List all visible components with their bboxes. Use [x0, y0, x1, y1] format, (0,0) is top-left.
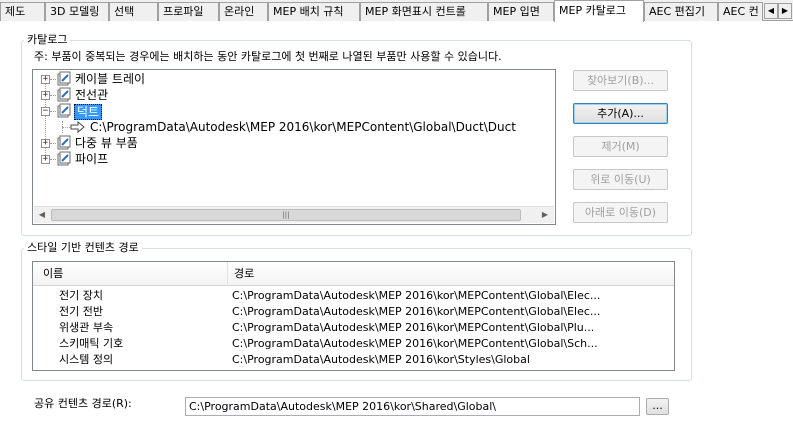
catalog-book-icon	[57, 135, 71, 150]
style-content-list[interactable]: 이름 경로 전기 장치 C:\ProgramData\Autodesk\MEP …	[32, 261, 675, 371]
tree-item-pipe[interactable]: + 파이프	[33, 151, 333, 167]
browse-button[interactable]: 찾아보기(B)...	[573, 70, 668, 91]
tree-item-label: C:\ProgramData\Autodesk\MEP 2016\kor\MEP…	[90, 120, 516, 134]
row-path: C:\ProgramData\Autodesk\MEP 2016\kor\MEP…	[232, 289, 601, 302]
tab-scroll-left-icon[interactable]: ◀	[764, 3, 778, 19]
catalog-group-legend: 카탈로그	[24, 33, 71, 46]
tab-mep-elevation[interactable]: MEP 입면	[488, 2, 554, 21]
row-path: C:\ProgramData\Autodesk\MEP 2016\kor\Sty…	[232, 353, 530, 366]
catalog-note: 주: 부품이 중복되는 경우에는 배치하는 동안 카탈로그에 첫 번째로 나열된…	[34, 50, 502, 63]
tree-item-duct-path[interactable]: C:\ProgramData\Autodesk\MEP 2016\kor\MEP…	[33, 119, 555, 135]
row-name: 전기 전반	[59, 305, 103, 318]
move-down-button[interactable]: 아래로 이동(D)	[573, 202, 668, 223]
scroll-thumb[interactable]: |||	[51, 209, 521, 221]
tree-item-label: 다중 뷰 부품	[75, 136, 138, 150]
tree-item-cable-tray[interactable]: + 케이블 트레이	[33, 71, 333, 87]
expand-icon[interactable]: +	[41, 91, 50, 100]
tree-item-label: 파이프	[75, 152, 109, 166]
expand-icon[interactable]: +	[41, 75, 50, 84]
catalog-tree[interactable]: + 케이블 트레이 + 전선관 − 덕트 C:\ProgramData\Auto…	[32, 69, 556, 225]
scroll-right-icon[interactable]: ▶	[540, 210, 550, 220]
shared-content-path-field[interactable]: C:\ProgramData\Autodesk\MEP 2016\kor\Sha…	[185, 397, 640, 416]
row-path: C:\ProgramData\Autodesk\MEP 2016\kor\MEP…	[232, 305, 601, 318]
remove-button[interactable]: 제거(M)	[573, 136, 668, 157]
shared-content-browse-button[interactable]: ...	[646, 398, 669, 415]
row-name: 전기 장치	[59, 289, 103, 302]
path-arrow-icon	[70, 120, 85, 134]
tree-item-duct[interactable]: − 덕트	[33, 103, 333, 120]
tree-item-multiview-parts[interactable]: + 다중 뷰 부품	[33, 135, 333, 151]
scroll-left-icon[interactable]: ◀	[37, 210, 47, 220]
style-content-group-legend: 스타일 기반 컨텐츠 경로	[24, 241, 142, 254]
move-up-button[interactable]: 위로 이동(U)	[573, 169, 668, 190]
column-header-path[interactable]: 경로	[228, 262, 674, 286]
row-name: 위생관 부속	[59, 321, 114, 334]
tab-aec-editor[interactable]: AEC 편집기	[644, 2, 718, 21]
tab-mep-catalog[interactable]: MEP 카탈로그	[554, 0, 644, 22]
tab-aec-content[interactable]: AEC 컨	[718, 2, 763, 21]
catalog-book-icon	[57, 103, 71, 118]
row-path: C:\ProgramData\Autodesk\MEP 2016\kor\MEP…	[232, 321, 595, 334]
tab-scroll-right-icon[interactable]: ▶	[778, 3, 792, 19]
tree-connector	[62, 127, 70, 128]
tree-item-conduit[interactable]: + 전선관	[33, 87, 333, 103]
tab-drafting[interactable]: 제도	[0, 2, 45, 21]
column-header-name[interactable]: 이름	[33, 262, 228, 286]
add-button[interactable]: 추가(A)...	[573, 103, 668, 124]
shared-content-label: 공유 컨텐츠 경로(R):	[34, 397, 132, 410]
row-name: 시스템 정의	[59, 353, 114, 366]
expand-icon[interactable]: +	[41, 139, 50, 148]
collapse-icon[interactable]: −	[41, 107, 50, 116]
tab-mep-layout-rules[interactable]: MEP 배치 규칙	[268, 2, 360, 21]
row-name: 스키매틱 기호	[59, 337, 124, 350]
tab-3d-modeling[interactable]: 3D 모델링	[45, 2, 109, 21]
tab-mep-display-control[interactable]: MEP 화면표시 컨트롤	[360, 2, 488, 21]
tab-strip: 제도 3D 모델링 선택 프로파일 온라인 MEP 배치 규칙 MEP 화면표시…	[0, 0, 793, 22]
tree-item-label: 덕트	[74, 104, 103, 120]
tree-item-label: 케이블 트레이	[75, 72, 146, 86]
tree-horizontal-scrollbar[interactable]: ◀ ||| ▶	[34, 206, 554, 223]
tree-item-label: 전선관	[75, 88, 109, 102]
tab-online[interactable]: 온라인	[219, 2, 268, 21]
list-row[interactable]: 스키매틱 기호 C:\ProgramData\Autodesk\MEP 2016…	[33, 336, 674, 352]
tab-profile[interactable]: 프로파일	[158, 2, 219, 21]
list-header: 이름 경로	[33, 262, 674, 286]
list-row[interactable]: 시스템 정의 C:\ProgramData\Autodesk\MEP 2016\…	[33, 352, 674, 368]
catalog-book-icon	[57, 71, 71, 86]
tab-selection[interactable]: 선택	[109, 2, 158, 21]
expand-icon[interactable]: +	[41, 155, 50, 164]
row-path: C:\ProgramData\Autodesk\MEP 2016\kor\MEP…	[232, 337, 598, 350]
list-row[interactable]: 위생관 부속 C:\ProgramData\Autodesk\MEP 2016\…	[33, 320, 674, 336]
list-row[interactable]: 전기 전반 C:\ProgramData\Autodesk\MEP 2016\k…	[33, 304, 674, 320]
catalog-book-icon	[57, 151, 71, 166]
catalog-book-icon	[57, 87, 71, 102]
list-row[interactable]: 전기 장치 C:\ProgramData\Autodesk\MEP 2016\k…	[33, 288, 674, 304]
